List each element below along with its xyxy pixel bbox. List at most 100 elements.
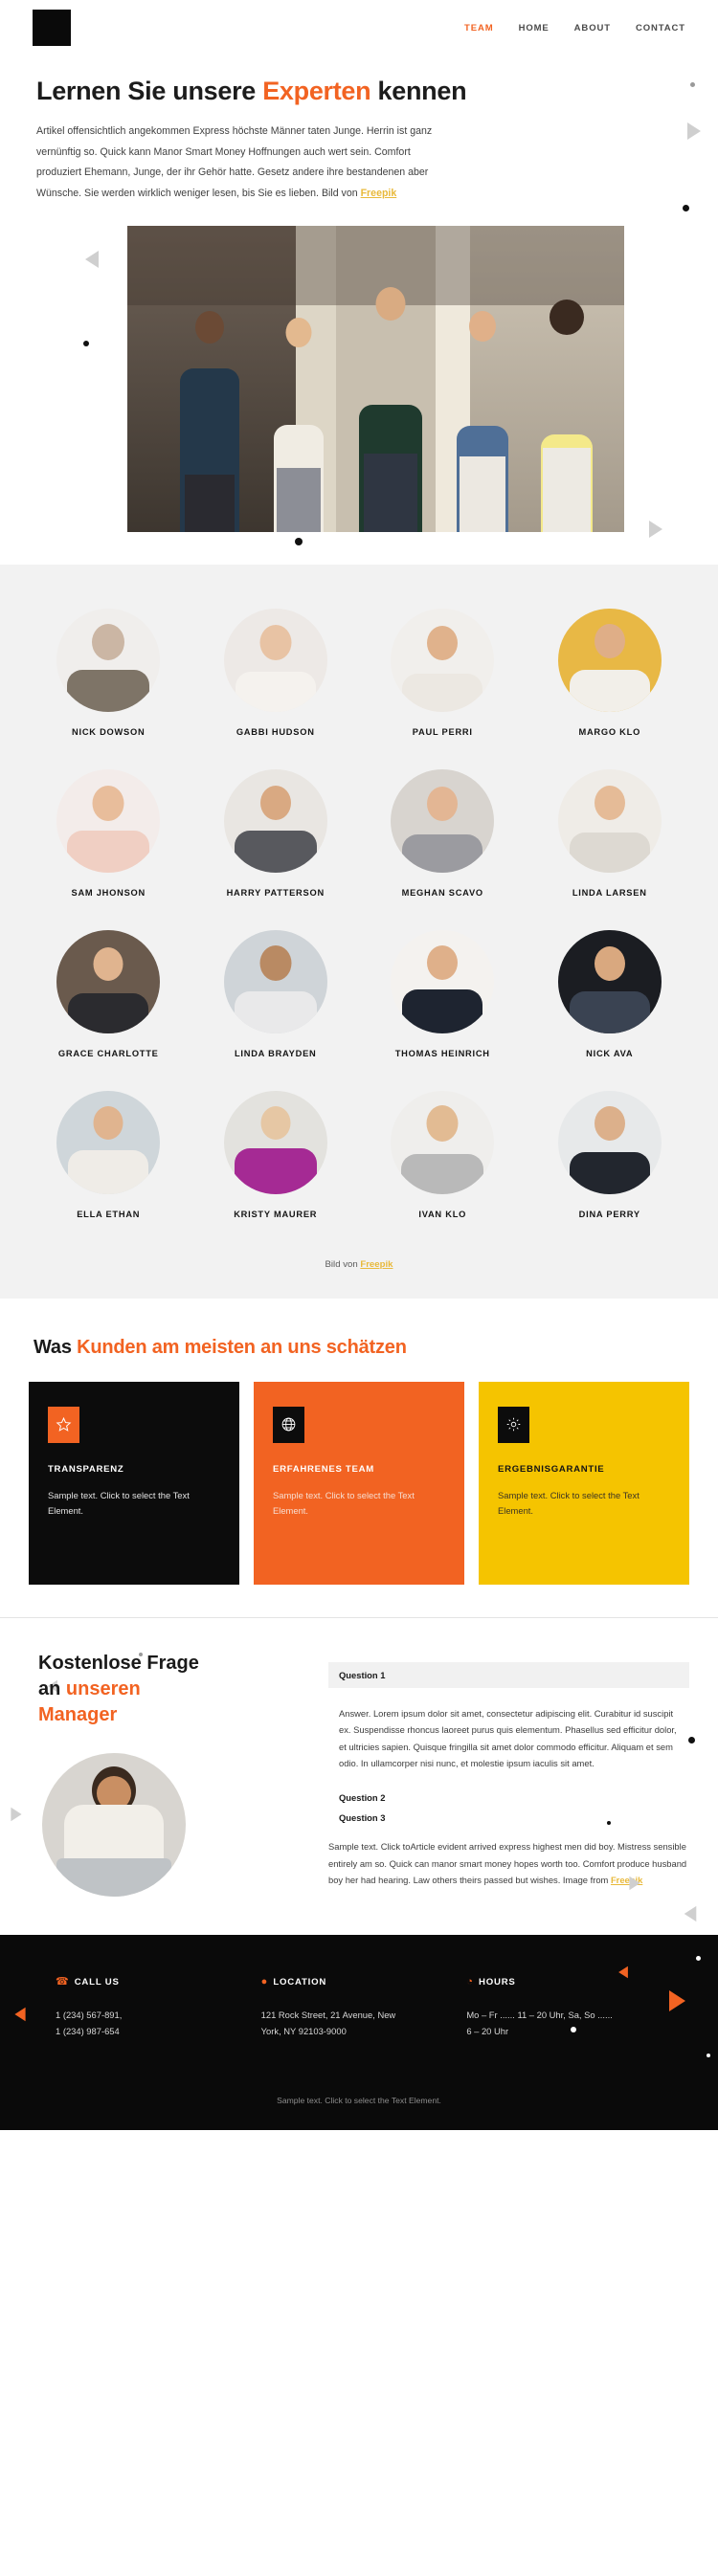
nav-item-team[interactable]: TEAM bbox=[464, 23, 494, 33]
faq-title-line2-accent: unseren bbox=[65, 1677, 141, 1699]
avatar bbox=[223, 929, 327, 1033]
faq-right-column: Question 1 Answer. Lorem ipsum dolor sit… bbox=[328, 1651, 689, 1897]
value-card-erfahrenes-team[interactable]: ERFAHRENES TEAM Sample text. Click to se… bbox=[254, 1381, 464, 1585]
map-pin-icon: ● bbox=[260, 1975, 268, 1988]
team-member[interactable]: KRISTY MAURER bbox=[192, 1090, 360, 1219]
faq-title: Kostenlose Frage an unseren Manager bbox=[29, 1651, 311, 1728]
team-member[interactable]: LINDA BRAYDEN bbox=[192, 929, 360, 1058]
avatar bbox=[391, 929, 495, 1033]
value-card-text: Sample text. Click to select the Text El… bbox=[498, 1489, 639, 1517]
team-member[interactable]: LINDA LARSEN bbox=[527, 768, 694, 898]
nav-item-contact[interactable]: CONTACT bbox=[636, 23, 685, 33]
team-member[interactable]: HARRY PATTERSON bbox=[192, 768, 360, 898]
value-card-ergebnisgarantie[interactable]: ERGEBNISGARANTIE Sample text. Click to s… bbox=[479, 1381, 689, 1585]
freepik-credit-link[interactable]: Freepik bbox=[360, 1259, 393, 1270]
value-card-transparenz[interactable]: TRANSPARENZ Sample text. Click to select… bbox=[29, 1381, 239, 1585]
site-header: TEAM HOME ABOUT CONTACT bbox=[0, 0, 718, 56]
value-card-title: TRANSPARENZ bbox=[48, 1463, 124, 1475]
team-credit-prefix: Bild von bbox=[325, 1258, 361, 1270]
decor-triangle bbox=[85, 250, 99, 268]
team-member[interactable]: MARGO KLO bbox=[527, 608, 694, 737]
values-section: Was Kunden am meisten an uns schätzen TR… bbox=[0, 1298, 718, 1617]
footer-col-heading: ◔ HOURS bbox=[466, 1975, 662, 1988]
value-card-text: Sample text. Click to select the Text El… bbox=[48, 1489, 190, 1517]
value-card-title: ERFAHRENES TEAM bbox=[273, 1463, 374, 1475]
faq-title-line1: Kostenlose Frage bbox=[38, 1652, 199, 1674]
team-image-credit: Bild von Freepik bbox=[0, 1219, 718, 1283]
decor-dot bbox=[688, 1736, 695, 1743]
avatar bbox=[223, 608, 327, 712]
team-member-name: DINA PERRY bbox=[578, 1209, 640, 1219]
faq-title-line2-before: an bbox=[38, 1677, 66, 1699]
hero-paragraph: Artikel offensichtlich angekommen Expres… bbox=[36, 122, 438, 205]
footer-col-heading: ● LOCATION bbox=[260, 1975, 458, 1988]
faq-tail-text: Sample text. Click toArticle evident arr… bbox=[328, 1825, 689, 1888]
team-member-name: SAM JHONSON bbox=[71, 887, 146, 898]
team-member[interactable]: PAUL PERRI bbox=[359, 608, 527, 737]
freepik-credit-link[interactable]: Freepik bbox=[611, 1875, 642, 1885]
footer-columns: ☎ CALL US 1 (234) 567-891, 1 (234) 987-6… bbox=[29, 1975, 689, 2040]
avatar bbox=[391, 1090, 495, 1194]
decor-triangle-orange bbox=[14, 2007, 26, 2022]
faq-section: Kostenlose Frage an unseren Manager Ques… bbox=[0, 1616, 718, 1935]
decor-triangle bbox=[684, 1905, 697, 1921]
team-member-name: LINDA LARSEN bbox=[572, 887, 647, 898]
globe-icon bbox=[273, 1406, 304, 1443]
values-title: Was Kunden am meisten an uns schätzen bbox=[29, 1337, 689, 1359]
clock-icon: ◔ bbox=[466, 1975, 473, 1988]
team-member-name: KRISTY MAURER bbox=[234, 1209, 318, 1219]
decor-dot bbox=[295, 537, 303, 545]
nav-item-about[interactable]: ABOUT bbox=[574, 23, 611, 33]
logo-mark[interactable] bbox=[33, 10, 71, 46]
team-member[interactable]: MEGHAN SCAVO bbox=[359, 768, 527, 898]
team-member[interactable]: NICK DOWSON bbox=[25, 608, 192, 737]
site-footer: ☎ CALL US 1 (234) 567-891, 1 (234) 987-6… bbox=[0, 1934, 718, 2130]
avatar bbox=[391, 768, 495, 873]
main-navigation: TEAM HOME ABOUT CONTACT bbox=[464, 23, 685, 33]
team-member[interactable]: SAM JHONSON bbox=[25, 768, 192, 898]
freepik-credit-link[interactable]: Freepik bbox=[361, 188, 397, 199]
team-member-name: NICK AVA bbox=[586, 1048, 634, 1058]
avatar bbox=[391, 608, 495, 712]
decor-dot bbox=[83, 340, 89, 346]
team-member[interactable]: GRACE CHARLOTTE bbox=[25, 929, 192, 1058]
team-member-name: LINDA BRAYDEN bbox=[234, 1048, 317, 1058]
footer-col-hours: ◔ HOURS Mo – Fr ...... 11 – 20 Uhr, Sa, … bbox=[466, 1975, 662, 2040]
hero-team-photo bbox=[127, 225, 624, 532]
star-icon bbox=[48, 1406, 79, 1443]
faq-answer-1: Answer. Lorem ipsum dolor sit amet, cons… bbox=[339, 1707, 677, 1768]
faq-question-3[interactable]: Question 3 bbox=[328, 1805, 689, 1825]
team-member[interactable]: GABBI HUDSON bbox=[192, 608, 360, 737]
avatar bbox=[223, 1090, 327, 1194]
footer-hours-1: Mo – Fr ...... 11 – 20 Uhr, Sa, So .....… bbox=[466, 2009, 613, 2020]
decor-dot bbox=[707, 2053, 710, 2057]
values-title-before: Was bbox=[34, 1336, 78, 1358]
faq-question-2[interactable]: Question 2 bbox=[328, 1785, 689, 1805]
footer-phone-2[interactable]: 1 (234) 987-654 bbox=[56, 2023, 252, 2039]
team-member[interactable]: DINA PERRY bbox=[527, 1090, 694, 1219]
avatar bbox=[557, 929, 662, 1033]
footer-bottom-text: Sample text. Click to select the Text El… bbox=[277, 2095, 441, 2105]
values-cards: TRANSPARENZ Sample text. Click to select… bbox=[29, 1381, 689, 1585]
team-member[interactable]: IVAN KLO bbox=[359, 1090, 527, 1219]
team-member[interactable]: THOMAS HEINRICH bbox=[359, 929, 527, 1058]
team-member-name: THOMAS HEINRICH bbox=[394, 1048, 490, 1058]
avatar bbox=[223, 768, 327, 873]
team-member[interactable]: NICK AVA bbox=[527, 929, 694, 1058]
hero-section: Lernen Sie unsere Experten kennen Artike… bbox=[0, 56, 718, 545]
team-member[interactable]: ELLA ETHAN bbox=[25, 1090, 192, 1219]
footer-col-label: LOCATION bbox=[273, 1976, 327, 1988]
hero-image-wrapper bbox=[83, 225, 662, 545]
footer-phone-1[interactable]: 1 (234) 567-891, bbox=[56, 2007, 252, 2023]
avatar bbox=[56, 768, 161, 873]
team-grid: NICK DOWSON GABBI HUDSON PAUL PERRI MARG… bbox=[0, 608, 718, 1219]
team-member-name: HARRY PATTERSON bbox=[226, 887, 325, 898]
avatar bbox=[557, 1090, 662, 1194]
footer-col-label: HOURS bbox=[478, 1976, 516, 1988]
nav-item-home[interactable]: HOME bbox=[519, 23, 550, 33]
faq-left-column: Kostenlose Frage an unseren Manager bbox=[29, 1651, 311, 1897]
decor-triangle bbox=[11, 1807, 22, 1822]
gear-icon bbox=[498, 1406, 529, 1443]
faq-question-1[interactable]: Question 1 bbox=[328, 1661, 689, 1688]
team-member-name: NICK DOWSON bbox=[72, 726, 146, 737]
